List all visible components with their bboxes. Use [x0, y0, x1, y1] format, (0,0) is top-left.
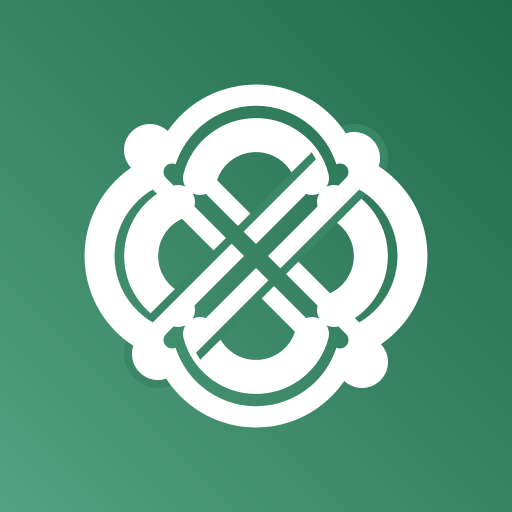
celtic-knot-logo-icon: [84, 84, 428, 428]
app-icon: [0, 0, 512, 512]
